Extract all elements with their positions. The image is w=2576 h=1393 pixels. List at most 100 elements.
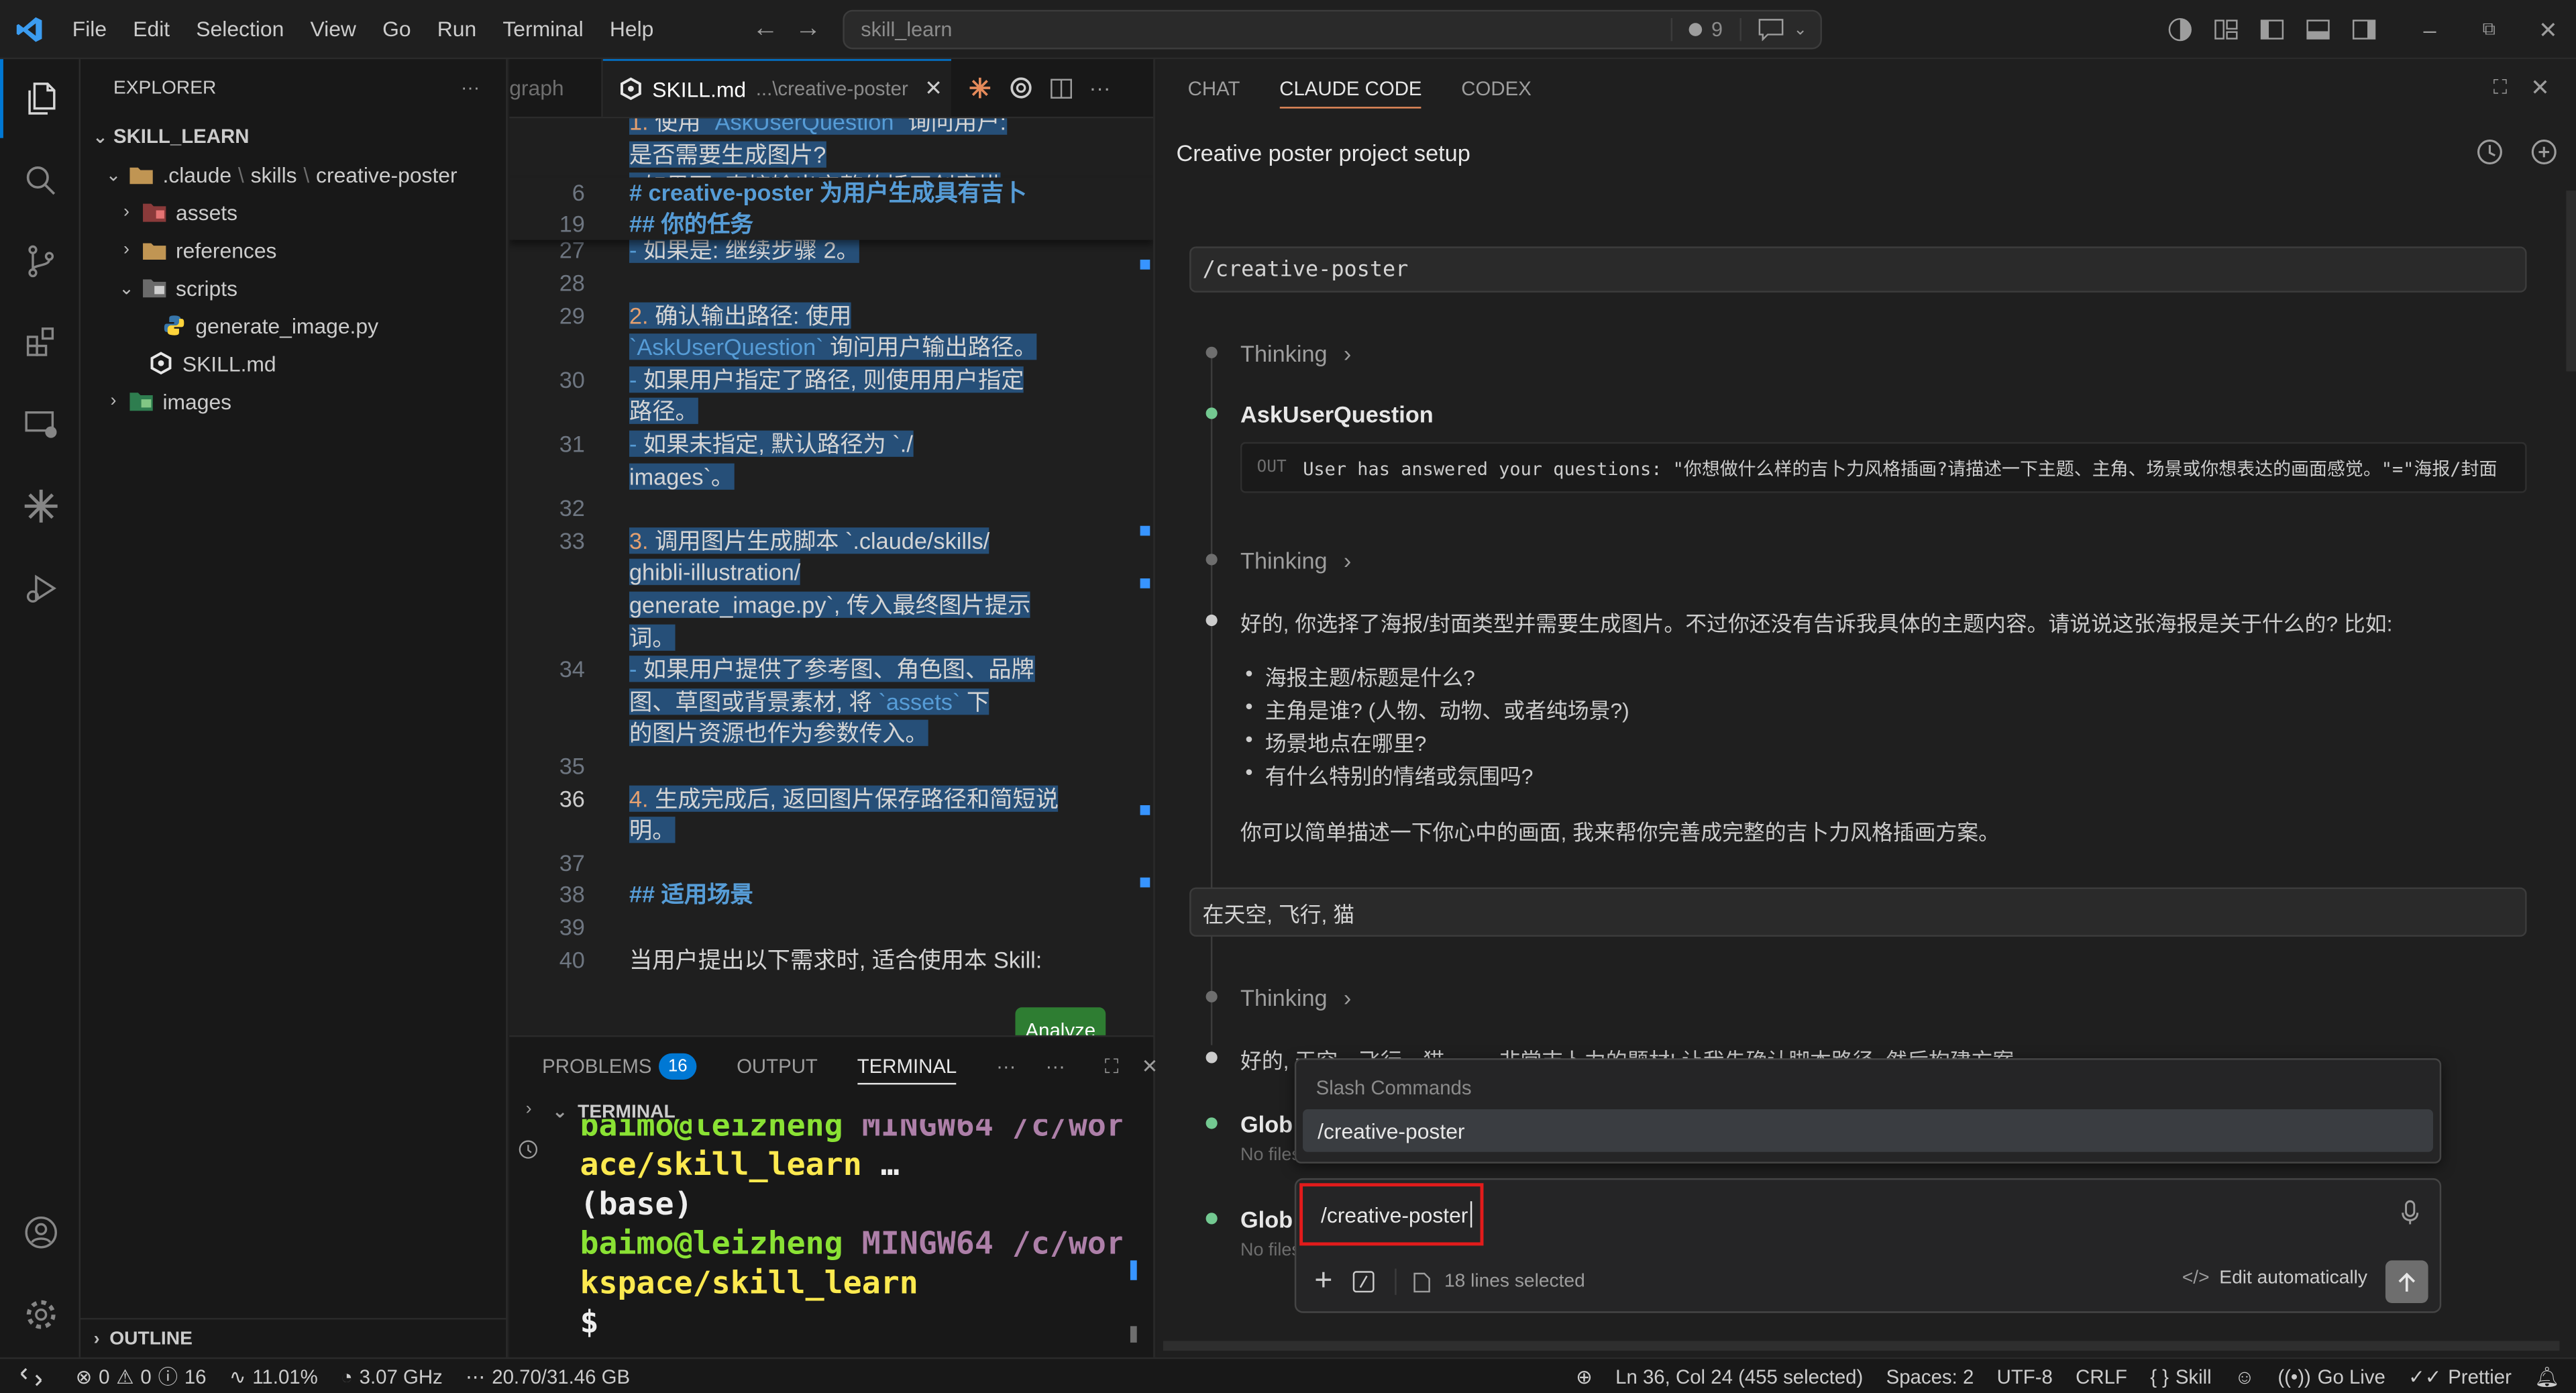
menu-terminal[interactable]: Terminal	[490, 0, 596, 58]
tree-folder-references[interactable]: › references	[80, 231, 506, 268]
go-live-button[interactable]: ((•)) Go Live	[2277, 1365, 2385, 1388]
maximize-icon[interactable]: ⛶	[2493, 76, 2508, 101]
tab-terminal[interactable]: TERMINAL	[857, 1055, 957, 1085]
toggle-panel-icon[interactable]	[2297, 0, 2340, 59]
split-editor-icon[interactable]	[1050, 76, 1073, 99]
claude-sparkle-icon[interactable]	[967, 76, 992, 101]
cpu-indicator[interactable]: ∿ 11.01%	[229, 1365, 318, 1388]
chat-scrollbar[interactable]	[2566, 191, 2576, 372]
memory-indicator[interactable]: ⋯ 20.70/31.46 GB	[466, 1365, 630, 1388]
toggle-secondary-sidebar-icon[interactable]	[2343, 0, 2385, 59]
chat-horizontal-scrollbar[interactable]	[1163, 1341, 2560, 1351]
customize-layout-icon[interactable]	[2205, 0, 2248, 59]
tree-file-skill-md[interactable]: SKILL.md	[80, 345, 506, 381]
tree-folder-scripts[interactable]: ⌄ scripts	[80, 270, 506, 306]
tab-chat[interactable]: CHAT	[1188, 77, 1240, 100]
tab-graph[interactable]: graph	[509, 59, 603, 117]
close-window-icon[interactable]: ✕	[2520, 0, 2576, 59]
menu-help[interactable]: Help	[596, 0, 667, 58]
new-session-icon[interactable]	[2530, 138, 2558, 166]
notifications-bell-icon[interactable]: 🔔︎	[2534, 1365, 2559, 1388]
selection-info[interactable]: 18 lines selected	[1444, 1272, 1585, 1292]
source-control-icon[interactable]	[0, 222, 80, 301]
indentation[interactable]: Spaces: 2	[1886, 1365, 1974, 1388]
history-clock-icon[interactable]	[2476, 138, 2504, 166]
copilot-status-icon[interactable]: ☺	[2235, 1365, 2255, 1388]
terminal-scrollbar[interactable]	[1130, 1260, 1137, 1280]
panel-overflow-icon[interactable]: ···	[1046, 1055, 1065, 1078]
claude-sparkle-icon[interactable]	[0, 467, 80, 546]
terminal-output[interactable]: baimo@leizheng MINGW64 /c/work ace/skill…	[580, 1119, 1122, 1353]
search-icon[interactable]	[0, 142, 80, 221]
menu-selection[interactable]: Selection	[183, 0, 297, 58]
scroll-marker	[1140, 877, 1150, 888]
minimize-icon[interactable]: –	[2402, 0, 2457, 59]
menu-go[interactable]: Go	[370, 0, 425, 58]
tree-folder-images[interactable]: › images	[80, 383, 506, 419]
edit-mode-toggle[interactable]: </> Edit automatically	[2182, 1269, 2367, 1288]
remote-explorer-icon[interactable]	[0, 384, 80, 464]
more-actions-icon[interactable]: ···	[461, 79, 480, 99]
back-arrow-icon[interactable]: ←	[752, 14, 778, 44]
tab-skill-md[interactable]: SKILL.md ...\creative-poster ✕	[602, 59, 951, 117]
editor-more-icon[interactable]: ···	[1089, 76, 1111, 101]
restore-icon[interactable]: ⧉	[2461, 0, 2517, 59]
close-icon[interactable]: ✕	[2530, 74, 2550, 102]
panel-more-icon[interactable]: ···	[996, 1055, 1016, 1078]
outline-section[interactable]: › OUTLINE	[80, 1318, 506, 1357]
chevron-down-icon[interactable]: ⌄	[1793, 21, 1807, 39]
copilot-icon[interactable]	[2159, 0, 2202, 59]
encoding[interactable]: UTF-8	[1997, 1365, 2053, 1388]
prettier-status[interactable]: ✓✓ Prettier	[2408, 1365, 2512, 1388]
selected-text: 词。	[629, 623, 676, 650]
openai-icon[interactable]	[1009, 76, 1034, 101]
toggle-sidebar-icon[interactable]	[2251, 0, 2294, 59]
thinking-toggle[interactable]: Thinking ›	[1240, 340, 1351, 366]
freq-indicator[interactable]: ◔ 3.07 GHz	[341, 1365, 443, 1388]
chat-icon[interactable]	[1757, 18, 1783, 42]
line-endings[interactable]: CRLF	[2076, 1365, 2127, 1388]
maximize-panel-icon[interactable]: ⛶	[1105, 1054, 1119, 1079]
thinking-toggle[interactable]: Thinking ›	[1240, 984, 1351, 1011]
extensions-icon[interactable]	[0, 303, 80, 382]
remote-indicator-icon[interactable]	[19, 1366, 42, 1386]
history-icon[interactable]	[517, 1139, 539, 1160]
thinking-toggle[interactable]: Thinking ›	[1240, 548, 1351, 574]
problems-indicator[interactable]: ⊗ 0 ⚠ 0 ⓘ 16	[76, 1362, 207, 1390]
menu-view[interactable]: View	[297, 0, 370, 58]
slash-command-icon[interactable]	[1352, 1270, 1375, 1293]
menu-edit[interactable]: Edit	[120, 0, 183, 58]
menu-run[interactable]: Run	[424, 0, 490, 58]
run-debug-icon[interactable]	[0, 549, 80, 628]
accounts-icon[interactable]	[0, 1193, 80, 1272]
zoom-icon[interactable]: ⊕	[1576, 1365, 1593, 1388]
tab-problems[interactable]: PROBLEMS 16	[542, 1053, 698, 1080]
menu-file[interactable]: File	[59, 0, 119, 58]
explorer-icon[interactable]	[0, 59, 80, 138]
workspace-root[interactable]: ⌄ SKILL_LEARN	[80, 118, 506, 154]
tree-folder-assets[interactable]: › assets	[80, 194, 506, 230]
analyze-button[interactable]: Analyze	[1015, 1007, 1106, 1035]
add-context-icon[interactable]: +	[1314, 1263, 1332, 1300]
tab-codex[interactable]: CODEX	[1461, 77, 1532, 100]
settings-gear-icon[interactable]	[0, 1275, 80, 1354]
slash-command-option[interactable]: /creative-poster	[1303, 1109, 2433, 1152]
tool-output[interactable]: OUT User has answered your questions: "你…	[1240, 442, 2527, 493]
selected-text: 4. 生成完成后, 返回图片保存路径和简短说	[629, 784, 1059, 811]
close-tab-icon[interactable]: ✕	[924, 76, 943, 102]
tree-folder-creative-poster[interactable]: ⌄ .claude \ skills \ creative-poster	[80, 156, 506, 193]
chat-input[interactable]: /creative-poster	[1299, 1183, 1484, 1246]
code-area[interactable]: 6 # creative-poster 为用户生成具有吉卜 19 ## 你的任务…	[509, 118, 1154, 1035]
cursor-position[interactable]: Ln 36, Col 24 (455 selected)	[1615, 1365, 1863, 1388]
tab-claude-code[interactable]: CLAUDE CODE	[1279, 77, 1422, 109]
close-panel-icon[interactable]: ✕	[1142, 1055, 1159, 1078]
language-mode[interactable]: { } Skill	[2150, 1365, 2212, 1388]
terminal-scrollbar[interactable]	[1130, 1326, 1137, 1343]
microphone-icon[interactable]	[2400, 1200, 2420, 1226]
tree-file-generate-image[interactable]: generate_image.py	[80, 307, 506, 344]
command-center[interactable]: skill_learn 9 ⌄	[843, 9, 1822, 50]
forward-arrow-icon[interactable]: →	[795, 14, 821, 44]
send-button[interactable]	[2385, 1260, 2428, 1304]
tab-output[interactable]: OUTPUT	[737, 1055, 818, 1078]
chevron-right-icon[interactable]: ›	[526, 1099, 532, 1119]
